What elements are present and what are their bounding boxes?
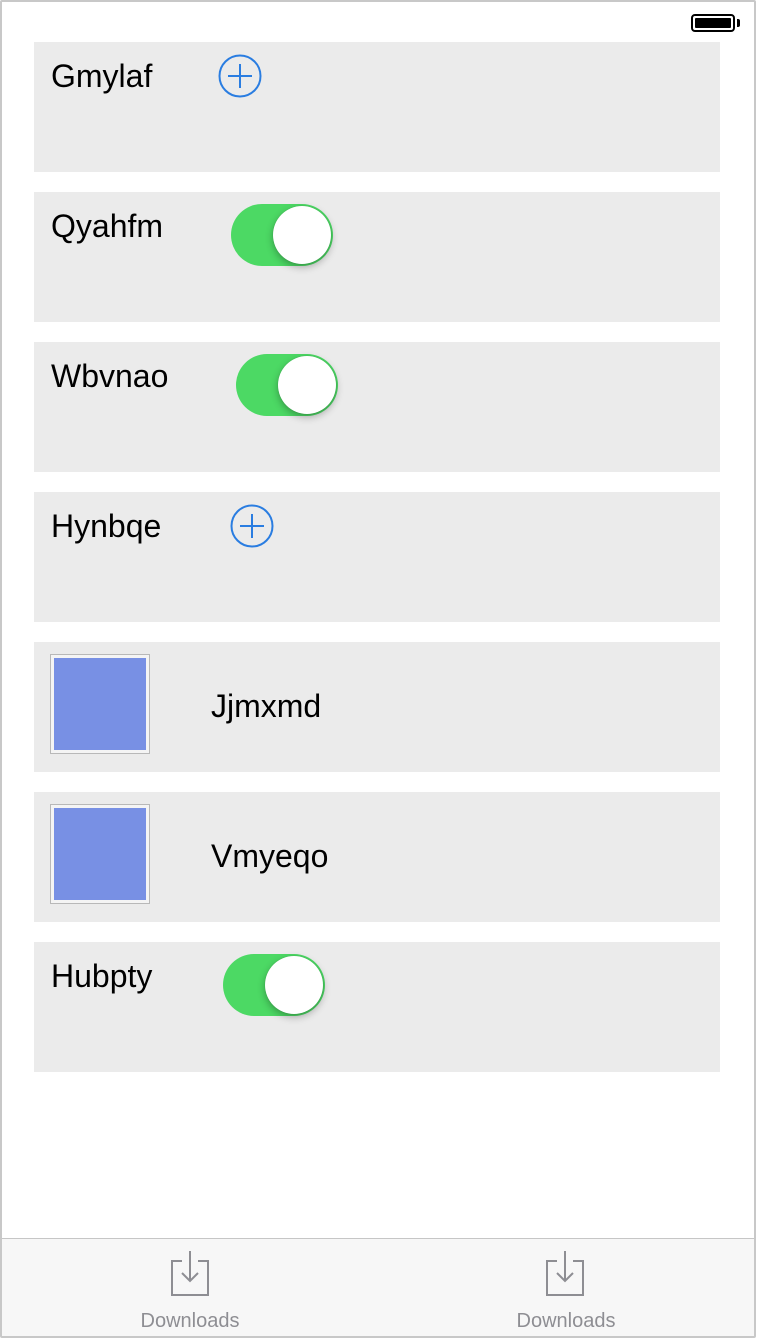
add-button[interactable] bbox=[230, 504, 274, 548]
list-row-wbvnao: Wbvnao bbox=[34, 342, 720, 472]
row-label: Hynbqe bbox=[51, 508, 162, 544]
tab-label: Downloads bbox=[516, 1310, 616, 1332]
toggle-switch[interactable] bbox=[236, 354, 338, 416]
list-row-vmyeqo[interactable]: Vmyeqo bbox=[34, 792, 720, 922]
download-tray-icon bbox=[171, 1251, 209, 1296]
row-label: Jjmxmd bbox=[211, 688, 322, 724]
plus-circle-icon bbox=[218, 54, 262, 98]
thumbnail-image bbox=[50, 654, 150, 754]
row-label: Wbvnao bbox=[51, 358, 169, 394]
add-button[interactable] bbox=[218, 54, 262, 98]
list-row-hynbqe: Hynbqe bbox=[34, 492, 720, 622]
plus-circle-icon bbox=[230, 504, 274, 548]
toggle-switch[interactable] bbox=[223, 954, 325, 1016]
row-label: Vmyeqo bbox=[211, 838, 329, 874]
toggle-switch[interactable] bbox=[231, 204, 333, 266]
battery-tip bbox=[737, 19, 740, 27]
tab-bar: Downloads Downloads bbox=[2, 1238, 754, 1336]
download-tray-icon bbox=[546, 1251, 584, 1296]
status-bar bbox=[2, 2, 754, 42]
thumbnail-image bbox=[50, 804, 150, 904]
toggle-knob bbox=[273, 206, 331, 264]
tab-downloads-1[interactable]: Downloads bbox=[2, 1239, 378, 1336]
toggle-knob bbox=[278, 356, 336, 414]
tab-downloads-2[interactable]: Downloads bbox=[378, 1239, 754, 1336]
list-row-hubpty: Hubpty bbox=[34, 942, 720, 1072]
row-label: Hubpty bbox=[51, 958, 153, 994]
battery-full-icon bbox=[691, 14, 735, 32]
list-row-jjmxmd[interactable]: Jjmxmd bbox=[34, 642, 720, 772]
list-row-qyahfm: Qyahfm bbox=[34, 192, 720, 322]
row-label: Qyahfm bbox=[51, 208, 164, 244]
row-label: Gmylaf bbox=[51, 58, 153, 94]
tab-label: Downloads bbox=[140, 1310, 240, 1332]
app-screen: Gmylaf Qyahfm Wbvnao Hynbqe Jjmxmd Vmyeq… bbox=[0, 0, 756, 1338]
toggle-knob bbox=[265, 956, 323, 1014]
list-row-gmylaf: Gmylaf bbox=[34, 42, 720, 172]
